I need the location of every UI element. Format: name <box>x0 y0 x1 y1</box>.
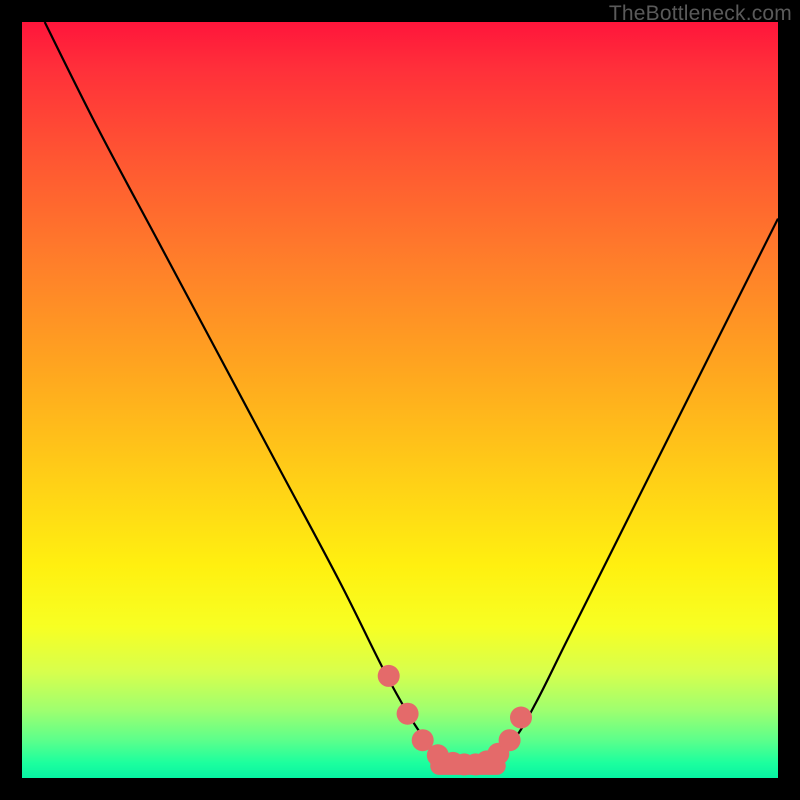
highlight-dot <box>499 729 521 751</box>
watermark-text: TheBottleneck.com <box>609 2 792 26</box>
highlight-dot <box>510 707 532 729</box>
chart-svg <box>22 22 778 778</box>
bottleneck-curve <box>45 22 778 768</box>
highlight-dots <box>378 665 532 776</box>
highlight-dot <box>378 665 400 687</box>
plot-area <box>22 22 778 778</box>
highlight-dot <box>397 703 419 725</box>
